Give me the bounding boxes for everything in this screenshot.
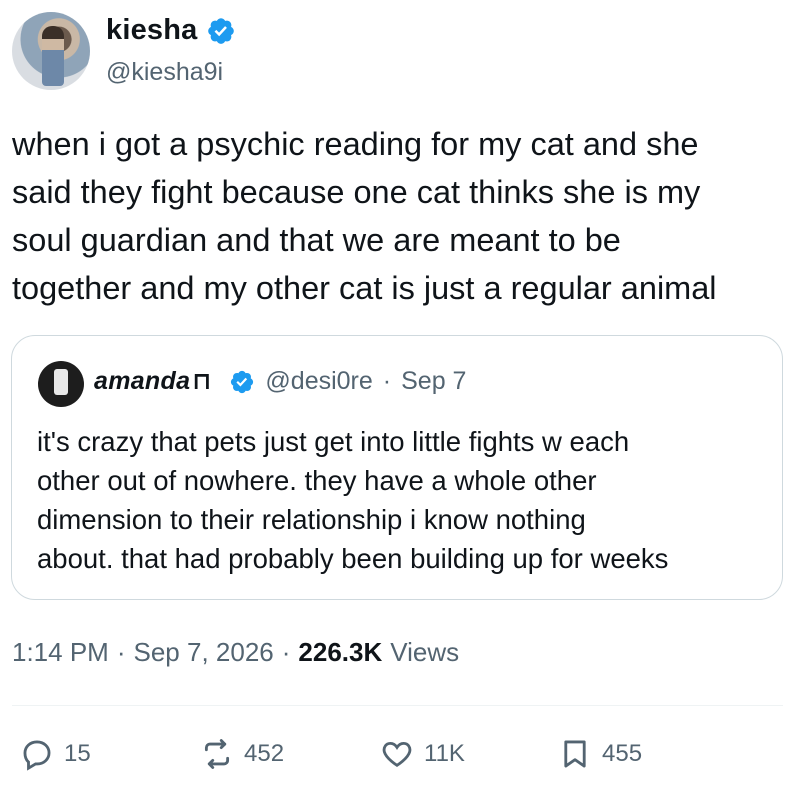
reply-count: 15 [64, 740, 91, 767]
repost-button[interactable]: 452 [200, 737, 284, 771]
quote-author-name: amanda [94, 367, 191, 395]
author-name-row: kiesha [106, 14, 236, 47]
quote-separator: · [382, 367, 392, 395]
reply-icon [23, 740, 51, 771]
bookmark-icon [564, 740, 586, 768]
tweet-text: when i got a psychic reading for my cat … [12, 126, 717, 306]
tweet-date[interactable]: Sep 7, 2026 [134, 637, 274, 668]
quote-author-avatar [38, 361, 84, 407]
author-name[interactable]: kiesha [106, 14, 198, 47]
views-count: 226.3K [298, 637, 383, 667]
bookmark-count: 455 [602, 740, 643, 767]
verified-badge-icon [231, 370, 254, 393]
quote-text: it's crazy that pets just get into littl… [37, 426, 669, 574]
bookmark-button[interactable]: 455 [558, 737, 642, 771]
divider [12, 705, 783, 706]
like-icon [382, 741, 412, 767]
tweet-meta: 1:14 PM · Sep 7, 2026 · 226.3K Views [12, 637, 459, 668]
repost-count: 452 [244, 740, 285, 767]
reply-button[interactable]: 15 [20, 737, 91, 771]
quote-date: Sep 7 [401, 367, 467, 395]
author-avatar[interactable] [12, 12, 90, 90]
quoted-tweet-card[interactable]: amanda ⊓ @desi0re · Sep 7 it's crazy tha… [11, 335, 783, 600]
quote-author-handle: @desi0re [265, 367, 373, 395]
meta-separator: · [116, 637, 126, 667]
meta-separator: · [281, 637, 291, 667]
like-count: 11K [424, 740, 465, 767]
author-handle[interactable]: @kiesha9i [106, 58, 223, 87]
flag-icon: ⊓ [192, 368, 212, 395]
verified-badge-icon [207, 17, 234, 44]
quote-header: amanda ⊓ @desi0re · Sep 7 [94, 367, 466, 396]
tweet-time[interactable]: 1:14 PM [12, 637, 109, 668]
views-label: Views [390, 637, 460, 667]
repost-icon [204, 739, 230, 769]
like-button[interactable]: 11K [380, 737, 465, 771]
